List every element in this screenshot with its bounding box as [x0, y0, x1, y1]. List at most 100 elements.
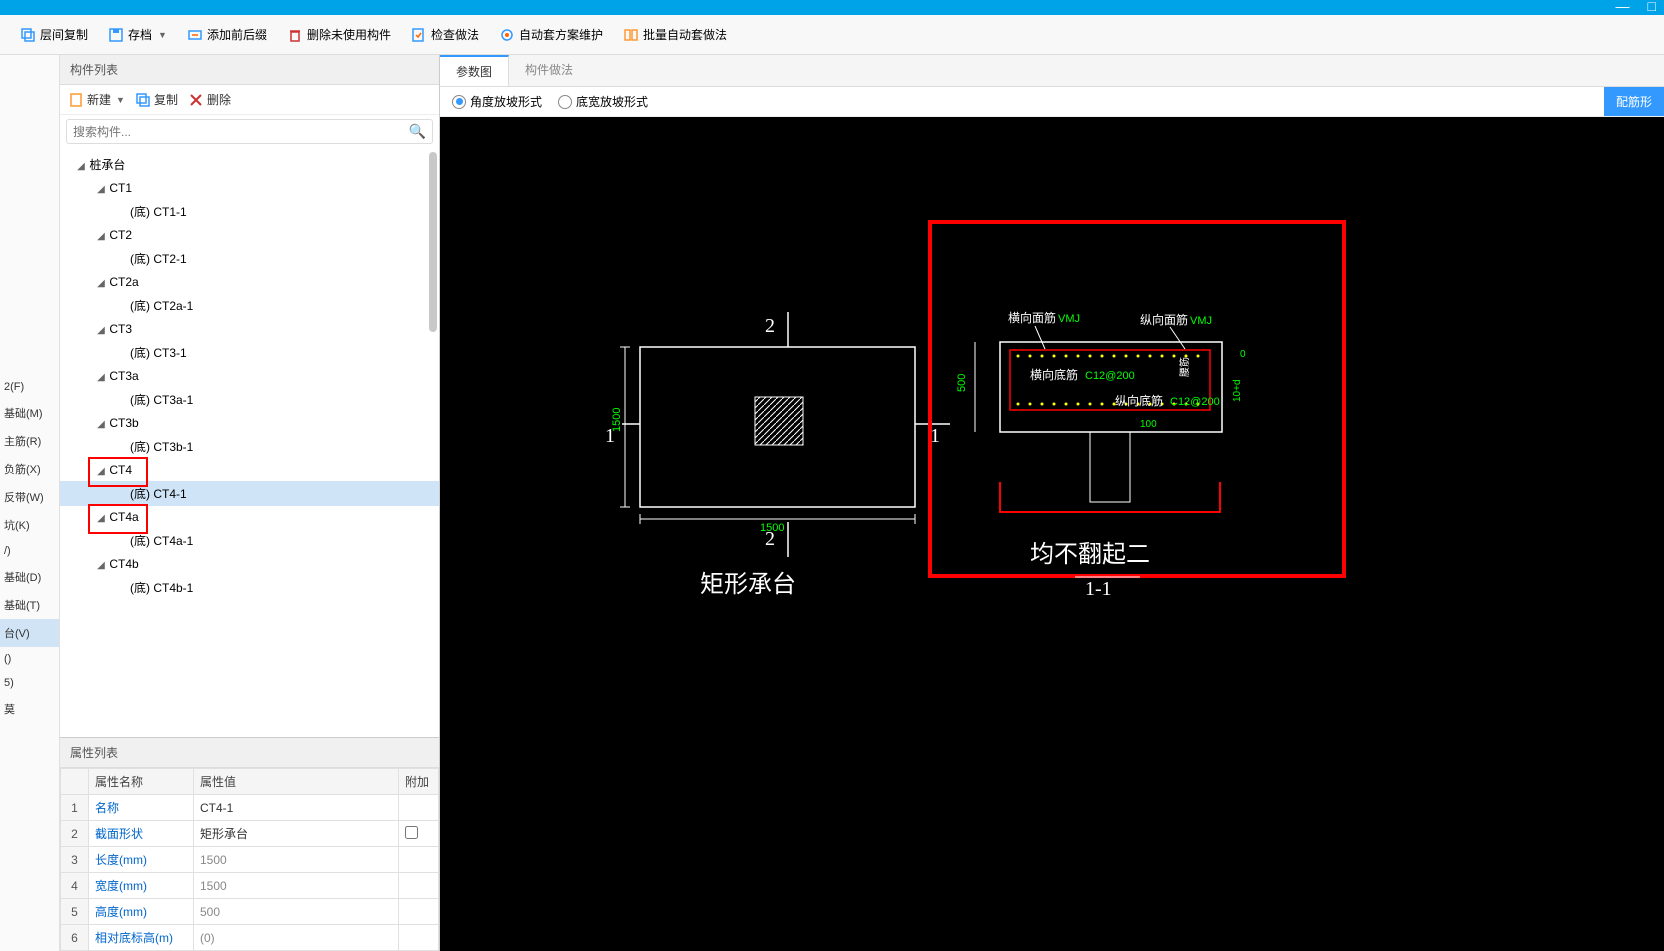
sidebar-item[interactable]: /): [0, 539, 59, 563]
component-tools: 新建 ▼ 复制 删除: [60, 85, 439, 115]
tab-param-diagram[interactable]: 参数图: [440, 55, 509, 86]
prop-extra[interactable]: [399, 847, 439, 873]
prop-extra[interactable]: [399, 795, 439, 821]
sidebar-item[interactable]: 主筋(R): [0, 427, 59, 455]
rebar-shape-button[interactable]: 配筋形: [1604, 87, 1664, 116]
prop-name: 长度(mm): [89, 847, 194, 873]
radio-row: 角度放坡形式 底宽放坡形式 配筋形: [440, 87, 1664, 117]
svg-text:均不翻起二: 均不翻起二: [1030, 541, 1150, 568]
search-box[interactable]: 🔍: [66, 119, 433, 144]
search-icon[interactable]: 🔍: [409, 123, 426, 140]
new-button[interactable]: 新建 ▼: [68, 91, 125, 108]
tree-item[interactable]: ◢ CT4a: [60, 506, 439, 528]
toolbar-batch-auto[interactable]: 批量自动套做法: [615, 22, 735, 47]
col-value: 属性值: [194, 769, 399, 795]
sidebar-item[interactable]: 5): [0, 671, 59, 695]
tree-item[interactable]: (底) CT3a-1: [60, 387, 439, 412]
viewer-panel: 参数图 构件做法 角度放坡形式 底宽放坡形式 配筋形 2: [440, 55, 1664, 951]
property-header: 属性列表: [60, 738, 439, 768]
prop-value[interactable]: 500: [194, 899, 399, 925]
property-row[interactable]: 5 高度(mm) 500: [61, 899, 439, 925]
scrollbar[interactable]: [429, 152, 437, 332]
tree-item[interactable]: ◢ CT2: [60, 224, 439, 246]
tree-item[interactable]: ◢ CT1: [60, 177, 439, 199]
prop-extra[interactable]: [399, 899, 439, 925]
tree-item[interactable]: (底) CT4a-1: [60, 528, 439, 553]
prop-name: 截面形状: [89, 821, 194, 847]
sidebar-item[interactable]: 基础(T): [0, 591, 59, 619]
radio-bottom-slope[interactable]: 底宽放坡形式: [558, 93, 648, 110]
prop-value[interactable]: 矩形承台: [194, 821, 399, 847]
save-icon: [108, 27, 124, 43]
toolbar-delete-unused[interactable]: 删除未使用构件: [279, 22, 399, 47]
delete-button[interactable]: 删除: [188, 91, 231, 108]
sidebar-item[interactable]: 反带(W): [0, 483, 59, 511]
prop-extra[interactable]: [399, 873, 439, 899]
sidebar-item[interactable]: 基础(M): [0, 399, 59, 427]
property-row[interactable]: 4 宽度(mm) 1500: [61, 873, 439, 899]
toolbar-check[interactable]: 检查做法: [403, 22, 487, 47]
sidebar-item-active[interactable]: 台(V): [0, 619, 59, 647]
minimize-button[interactable]: —: [1616, 0, 1630, 14]
svg-text:10+d: 10+d: [1232, 379, 1243, 402]
copy-button[interactable]: 复制: [135, 91, 178, 108]
svg-text:1500: 1500: [611, 408, 623, 432]
toolbar-archive[interactable]: 存档 ▼: [100, 22, 175, 47]
category-sidebar: 2(F) 基础(M) 主筋(R) 负筋(X) 反带(W) 坑(K) /) 基础(…: [0, 55, 60, 951]
svg-text:1500: 1500: [760, 522, 784, 534]
property-row[interactable]: 2 截面形状 矩形承台: [61, 821, 439, 847]
tree-item[interactable]: ◢ 桩承台: [60, 152, 439, 177]
property-row[interactable]: 3 长度(mm) 1500: [61, 847, 439, 873]
property-panel: 属性列表 属性名称 属性值 附加 1 名称 CT4-1 2 截面形状 矩形承台 …: [60, 737, 439, 951]
chevron-down-icon: ▼: [116, 95, 125, 105]
tree-item[interactable]: ◢ CT4b: [60, 553, 439, 575]
diagram-canvas[interactable]: 2 2 1 1 1500 1500 矩形承台: [440, 117, 1664, 951]
svg-text:100: 100: [1140, 419, 1157, 430]
tree-item[interactable]: (底) CT4b-1: [60, 575, 439, 600]
tree-item[interactable]: ◢ CT3: [60, 318, 439, 340]
tree-item[interactable]: (底) CT2-1: [60, 246, 439, 271]
tree-item[interactable]: (底) CT4-1: [60, 481, 439, 506]
prop-extra[interactable]: [399, 821, 439, 847]
tree-item[interactable]: (底) CT3-1: [60, 340, 439, 365]
prop-extra[interactable]: [399, 925, 439, 951]
svg-text:腰筋: 腰筋: [1178, 357, 1191, 377]
tree-item[interactable]: ◢ CT4: [60, 459, 439, 481]
sidebar-item[interactable]: 莫: [0, 695, 59, 723]
component-tree[interactable]: ◢ 桩承台◢ CT1(底) CT1-1◢ CT2(底) CT2-1◢ CT2a(…: [60, 148, 439, 737]
prop-value[interactable]: (0): [194, 925, 399, 951]
sidebar-item[interactable]: 坑(K): [0, 511, 59, 539]
tree-item[interactable]: (底) CT1-1: [60, 199, 439, 224]
property-row[interactable]: 1 名称 CT4-1: [61, 795, 439, 821]
delete-icon: [287, 27, 303, 43]
sidebar-item[interactable]: (): [0, 647, 59, 671]
sidebar-item[interactable]: 2(F): [0, 375, 59, 399]
new-icon: [68, 92, 84, 108]
svg-text:横向底筋: 横向底筋: [1030, 367, 1078, 382]
sidebar-item[interactable]: 基础(D): [0, 563, 59, 591]
tree-item[interactable]: ◢ CT3a: [60, 365, 439, 387]
component-panel: 构件列表 新建 ▼ 复制 删除 🔍 ◢ 桩承台◢ CT1(底) CT1-1◢ C…: [60, 55, 440, 951]
tree-item[interactable]: (底) CT2a-1: [60, 293, 439, 318]
toolbar-add-prefix[interactable]: 添加前后缀: [179, 22, 275, 47]
radio-angle-slope[interactable]: 角度放坡形式: [452, 93, 542, 110]
toolbar-layer-copy[interactable]: 层间复制: [12, 22, 96, 47]
checkbox[interactable]: [405, 826, 418, 839]
tree-item[interactable]: ◢ CT3b: [60, 412, 439, 434]
prop-value[interactable]: 1500: [194, 847, 399, 873]
svg-text:500: 500: [956, 374, 968, 392]
gear-icon: [499, 27, 515, 43]
maximize-button[interactable]: □: [1648, 0, 1656, 14]
toolbar-auto-scheme[interactable]: 自动套方案维护: [491, 22, 611, 47]
svg-text:纵向底筋: 纵向底筋: [1115, 393, 1163, 408]
property-row[interactable]: 6 相对底标高(m) (0): [61, 925, 439, 951]
prop-name: 相对底标高(m): [89, 925, 194, 951]
prop-value[interactable]: 1500: [194, 873, 399, 899]
search-input[interactable]: [73, 125, 409, 139]
tree-item[interactable]: ◢ CT2a: [60, 271, 439, 293]
tree-item[interactable]: (底) CT3b-1: [60, 434, 439, 459]
tab-component-method[interactable]: 构件做法: [509, 55, 589, 86]
prop-value[interactable]: CT4-1: [194, 795, 399, 821]
component-list-header: 构件列表: [60, 55, 439, 85]
sidebar-item[interactable]: 负筋(X): [0, 455, 59, 483]
